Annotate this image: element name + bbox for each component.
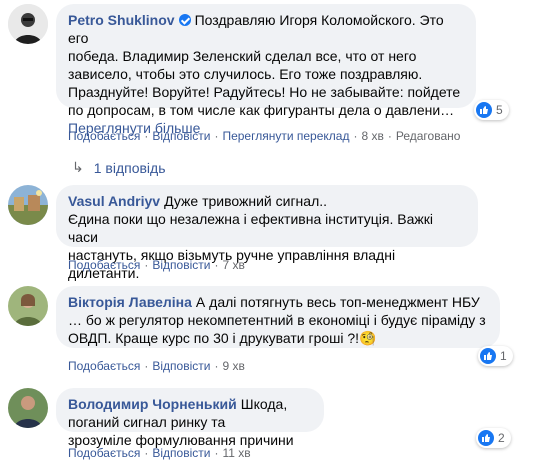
comment-timestamp[interactable]: 9 хв <box>222 359 244 373</box>
reply-button[interactable]: Відповісти <box>152 359 210 373</box>
like-icon <box>478 430 494 446</box>
person-avatar-icon <box>8 286 48 326</box>
reply-arrow-icon: ↳ <box>72 159 84 175</box>
comment-text-line: … бо ж регулятор некомпетентний в економ… <box>68 312 486 328</box>
avatar[interactable] <box>8 388 48 428</box>
comment-author[interactable]: Petro Shuklinov <box>68 12 175 28</box>
avatar[interactable] <box>8 185 48 225</box>
reaction-count-badge[interactable]: 5 <box>474 100 509 120</box>
comment-text-line: Дуже тривожний сигнал.. <box>164 193 328 209</box>
edited-label[interactable]: Редаговано <box>396 129 461 143</box>
comment-author[interactable]: Вікторія Лавеліна <box>68 294 192 310</box>
replies-count[interactable]: 1 відповідь <box>94 160 166 176</box>
comment-bubble: Вікторія Лавеліна А далі потягнуть весь т… <box>56 286 500 348</box>
comment-text-line: зависело, чтобы это случилось. Его тоже … <box>68 66 423 82</box>
reaction-count-badge[interactable]: 2 <box>476 428 511 448</box>
like-button[interactable]: Подобається <box>68 258 140 272</box>
person-avatar-icon <box>8 4 48 44</box>
view-replies-link[interactable]: ↳ 1 відповідь <box>72 159 166 176</box>
comment-actions: Подобається · Відповісти · Переглянути перек… <box>68 129 461 143</box>
comment-actions: Подобається · Відповісти · 9 хв <box>68 359 245 373</box>
reaction-count: 1 <box>500 349 507 363</box>
comment-author[interactable]: Vasul Andriyv <box>68 193 160 209</box>
comment-text-line: Празднуйте! Воруйте! Радуйтесь! Но не за… <box>68 84 461 100</box>
comment-timestamp[interactable]: 8 хв <box>361 129 383 143</box>
verified-badge-icon <box>178 14 191 26</box>
avatar[interactable] <box>8 4 48 44</box>
thinking-face-emoji: 🧐 <box>359 330 377 346</box>
comment-actions: Подобається · Відповісти · 11 хв <box>68 446 251 460</box>
like-icon <box>476 102 492 118</box>
comment-text-line: ОВДП. Краще курс по 30 і друкувати гроші… <box>68 330 360 346</box>
comment-timestamp[interactable]: 11 хв <box>222 446 250 460</box>
avatar[interactable] <box>8 286 48 326</box>
reaction-count-badge[interactable]: 1 <box>478 346 513 366</box>
person-avatar-icon <box>8 388 48 428</box>
comment-bubble: Володимир Чорненький Шкода, поганий сигна… <box>56 388 324 448</box>
comment-text-line: победа. Владимир Зеленский сделал все, ч… <box>68 48 417 64</box>
like-button[interactable]: Подобається <box>68 129 140 143</box>
reaction-count: 5 <box>496 103 503 117</box>
comment-text-line: А далі потягнуть весь топ-менеджмент НБУ <box>195 294 480 310</box>
reply-button[interactable]: Відповісти <box>152 258 210 272</box>
comment-text-line: по допросам, в том числе как фигуранты д… <box>68 102 455 118</box>
reply-button[interactable]: Відповісти <box>152 129 210 143</box>
like-button[interactable]: Подобається <box>68 359 140 373</box>
comment-bubble: Vasul Andriyv Дуже тривожний сигнал.. Єди… <box>56 185 478 281</box>
like-icon <box>480 348 496 364</box>
see-translation-button[interactable]: Переглянути переклад <box>222 129 349 143</box>
reply-button[interactable]: Відповісти <box>152 446 210 460</box>
comment-bubble: Petro Shuklinov Поздравляю Игоря Коломойс… <box>56 4 476 136</box>
comment-actions: Подобається · Відповісти · 7 хв <box>68 258 245 272</box>
landscape-avatar-icon <box>8 185 48 225</box>
comment-text-line: Єдина поки що незалежна і ефективна інст… <box>68 211 433 245</box>
comment-timestamp[interactable]: 7 хв <box>222 258 244 272</box>
reaction-count: 2 <box>498 431 505 445</box>
comment-author[interactable]: Володимир Чорненький <box>68 396 237 412</box>
like-button[interactable]: Подобається <box>68 446 140 460</box>
